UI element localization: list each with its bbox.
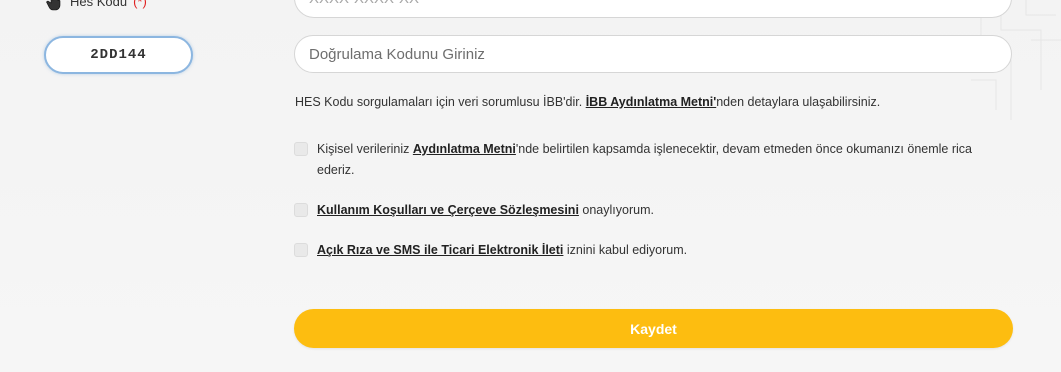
consent-terms: Kullanım Koşulları ve Çerçeve Sözleşmesi… bbox=[294, 200, 654, 221]
consent-kvkk-label: Kişisel verileriniz Aydınlatma Metni'nde… bbox=[317, 139, 994, 181]
consent-sms-checkbox[interactable] bbox=[294, 243, 308, 257]
info-text-before: HES Kodu sorgulamaları için veri sorumlu… bbox=[295, 95, 586, 109]
consent-sms-text-after: iznini kabul ediyorum. bbox=[563, 243, 688, 257]
hes-code-label-text: Hes Kodu bbox=[70, 0, 128, 9]
consent-terms-checkbox[interactable] bbox=[294, 203, 308, 217]
required-mark: (*) bbox=[133, 0, 147, 9]
ibb-clarification-link[interactable]: İBB Aydınlatma Metni' bbox=[586, 95, 717, 109]
data-controller-info: HES Kodu sorgulamaları için veri sorumlu… bbox=[295, 95, 880, 109]
consent-sms: Açık Rıza ve SMS ile Ticari Elektronik İ… bbox=[294, 240, 687, 261]
hes-code-input[interactable] bbox=[294, 0, 1012, 18]
consent-kvkk-text-before: Kişisel verileriniz bbox=[317, 142, 413, 156]
verification-code-input[interactable] bbox=[294, 35, 1012, 73]
hes-code-label: Hes Kodu (*) bbox=[44, 0, 147, 11]
consent-sms-label: Açık Rıza ve SMS ile Ticari Elektronik İ… bbox=[317, 240, 687, 261]
info-text-after: nden detaylara ulaşabilirsiniz. bbox=[716, 95, 881, 109]
clarification-text-link[interactable]: Aydınlatma Metni bbox=[413, 142, 516, 156]
captcha-box: 2DD144 bbox=[44, 36, 193, 74]
consent-kvkk: Kişisel verileriniz Aydınlatma Metni'nde… bbox=[294, 139, 994, 181]
hand-pointer-icon bbox=[46, 0, 61, 11]
terms-of-use-link[interactable]: Kullanım Koşulları ve Çerçeve Sözleşmesi… bbox=[317, 203, 579, 217]
consent-terms-text-after: onaylıyorum. bbox=[578, 203, 654, 217]
explicit-consent-sms-link[interactable]: Açık Rıza ve SMS ile Ticari Elektronik İ… bbox=[317, 243, 563, 257]
consent-terms-label: Kullanım Koşulları ve Çerçeve Sözleşmesi… bbox=[317, 200, 654, 221]
captcha-code: 2DD144 bbox=[90, 47, 147, 63]
consent-kvkk-checkbox[interactable] bbox=[294, 142, 308, 156]
save-button[interactable]: Kaydet bbox=[294, 309, 1013, 348]
hes-form-page: Hes Kodu (*) 2DD144 HES Kodu sorgulamala… bbox=[0, 0, 1061, 372]
